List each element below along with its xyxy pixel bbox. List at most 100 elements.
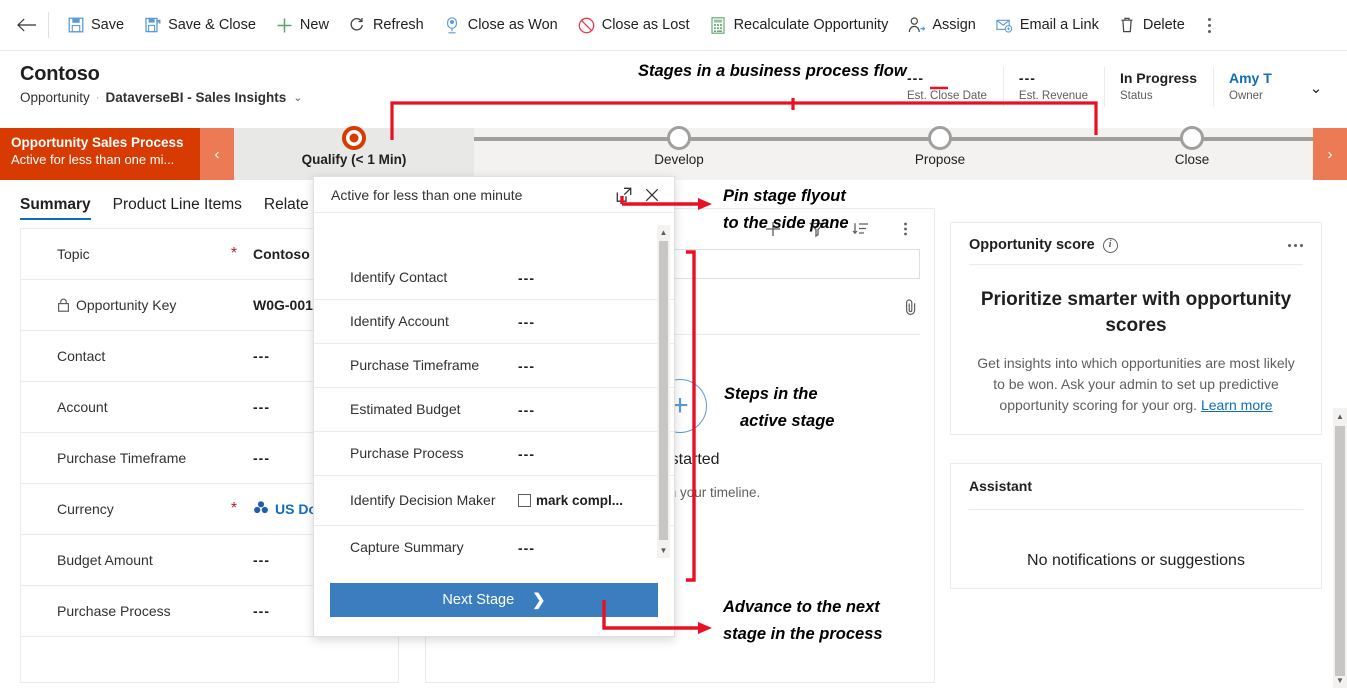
step-row-identify-contact[interactable]: Identify Contact ---: [314, 256, 674, 300]
breadcrumb-entity: Opportunity: [20, 90, 90, 105]
annotation-pin-line1: Pin stage flyout: [723, 187, 846, 205]
email-a-link-label: Email a Link: [1019, 17, 1099, 33]
card-title-wrap: Opportunity score i: [969, 237, 1118, 253]
recalculate-opportunity-label: Recalculate Opportunity: [733, 17, 889, 33]
field-value: ---: [253, 450, 270, 466]
field-label: Account: [57, 399, 108, 415]
save-and-close-label: Save & Close: [168, 17, 256, 33]
step-value: ---: [518, 269, 535, 286]
process-prev-button[interactable]: ‹: [200, 128, 234, 180]
field-value: ---: [253, 348, 270, 364]
assign-button[interactable]: Assign: [898, 6, 986, 44]
breadcrumb-app[interactable]: DataverseBI - Sales Insights: [105, 90, 286, 105]
step-name: Purchase Timeframe: [350, 357, 480, 373]
close-as-won-button[interactable]: Close as Won: [434, 6, 568, 44]
stage-flyout-scrollbar-thumb[interactable]: [659, 241, 668, 540]
process-name-block[interactable]: Opportunity Sales Process Active for les…: [0, 128, 200, 180]
step-row-identify-decision-maker[interactable]: Identify Decision Maker mark compl...: [314, 476, 674, 526]
timeline-sort-icon[interactable]: [850, 218, 872, 240]
tab-summary[interactable]: Summary: [20, 196, 91, 220]
step-row-capture-summary[interactable]: Capture Summary ---: [314, 526, 674, 566]
scroll-down-icon[interactable]: ▼: [1333, 672, 1347, 688]
dot: [1294, 243, 1297, 247]
process-name: Opportunity Sales Process: [11, 135, 184, 150]
opportunity-score-card: Opportunity score i Prioritize smarter w…: [950, 222, 1322, 435]
back-button[interactable]: [10, 8, 44, 42]
step-name: Identify Contact: [350, 269, 448, 285]
step-row-identify-account[interactable]: Identify Account ---: [314, 300, 674, 344]
chevron-right-icon: ❯: [532, 592, 546, 609]
scroll-down-icon[interactable]: ▼: [657, 543, 670, 558]
header-value: ---: [1018, 70, 1036, 86]
annotation-advance-line1: Advance to the next: [723, 598, 880, 616]
refresh-button[interactable]: Refresh: [339, 6, 434, 44]
header-label: Est. Close Date: [907, 90, 987, 102]
learn-more-link[interactable]: Learn more: [1201, 397, 1273, 413]
timeline-more-icon[interactable]: [894, 218, 916, 240]
process-stage-qualify[interactable]: Qualify (< 1 Min): [234, 126, 474, 180]
annotation-stages: Stages in a business process flow: [638, 62, 907, 80]
header-field-status: In Progress Status: [1103, 67, 1213, 107]
save-and-close-button[interactable]: Save & Close: [134, 6, 266, 44]
crm-opportunity-form: Save Save & Close New Refresh Close as W: [0, 0, 1347, 694]
step-row-purchase-timeframe[interactable]: Purchase Timeframe ---: [314, 344, 674, 388]
trophy-icon: [444, 16, 461, 34]
tab-product-line-items[interactable]: Product Line Items: [113, 196, 242, 220]
opportunity-score-header: Opportunity score i: [969, 237, 1303, 265]
close-icon[interactable]: [638, 181, 666, 209]
dot: [1300, 243, 1303, 247]
opportunity-score-more-icon[interactable]: [1288, 243, 1303, 247]
step-name: Identify Account: [350, 313, 449, 329]
page-scrollbar-thumb[interactable]: [1335, 426, 1345, 676]
assistant-card: Assistant No notifications or suggestion…: [950, 463, 1322, 589]
steps-top-spacer: [314, 214, 674, 256]
recalculate-opportunity-button[interactable]: Recalculate Opportunity: [700, 6, 899, 44]
header-expand-chevron-icon[interactable]: ⌄: [1299, 71, 1333, 105]
command-bar-overflow-button[interactable]: [1195, 6, 1225, 44]
step-name: Purchase Process: [350, 445, 464, 461]
step-value: ---: [518, 539, 535, 556]
new-label: New: [299, 17, 329, 33]
step-row-estimated-budget[interactable]: Estimated Budget ---: [314, 388, 674, 432]
scroll-up-icon[interactable]: ▲: [1333, 408, 1347, 424]
dot: [1208, 23, 1212, 27]
email-a-link-button[interactable]: Email a Link: [986, 6, 1109, 44]
step-value: ---: [518, 445, 535, 462]
annotation-pin-line2: to the side pane: [723, 214, 849, 232]
delete-button[interactable]: Delete: [1109, 6, 1195, 44]
info-icon[interactable]: i: [1102, 237, 1118, 253]
step-mark-complete-checkbox[interactable]: mark compl...: [518, 493, 623, 508]
step-value: ---: [518, 357, 535, 374]
field-label: Purchase Timeframe: [57, 450, 187, 466]
process-stage-close[interactable]: Close: [1072, 126, 1312, 180]
next-stage-button[interactable]: Next Stage ❯: [330, 583, 658, 617]
insights-column: Opportunity score i Prioritize smarter w…: [950, 222, 1322, 617]
save-button[interactable]: Save: [57, 6, 134, 44]
stage-flyout-scrollbar[interactable]: ▲ ▼: [657, 225, 670, 558]
field-label: Currency: [57, 501, 114, 517]
refresh-icon: [349, 17, 366, 34]
page-scrollbar[interactable]: ▲ ▼: [1333, 408, 1347, 688]
header-label: Status: [1119, 90, 1153, 102]
close-as-lost-button[interactable]: Close as Lost: [568, 6, 700, 44]
currency-lookup-icon: [253, 500, 269, 518]
process-stage-track: Qualify (< 1 Min) Develop Propose Close: [234, 126, 1313, 180]
new-button[interactable]: New: [266, 6, 339, 44]
pin-to-side-pane-icon[interactable]: [610, 181, 638, 209]
owner-link[interactable]: Amy T: [1229, 69, 1283, 87]
block-icon: [578, 17, 595, 34]
assign-label: Assign: [932, 17, 976, 33]
scroll-up-icon[interactable]: ▲: [657, 225, 670, 240]
process-stage-develop[interactable]: Develop: [559, 126, 799, 180]
tab-related[interactable]: Relate: [264, 196, 309, 220]
attachment-icon[interactable]: [902, 297, 920, 317]
checkbox-icon[interactable]: [518, 494, 531, 507]
stage-label: Close: [1174, 152, 1210, 167]
process-stage-propose[interactable]: Propose: [820, 126, 1060, 180]
required-marker: *: [230, 500, 238, 517]
header-label: Owner: [1229, 90, 1263, 102]
chevron-down-icon[interactable]: ⌄: [293, 91, 302, 104]
process-next-button[interactable]: ›: [1313, 128, 1347, 180]
step-row-purchase-process[interactable]: Purchase Process ---: [314, 432, 674, 476]
status-badge: In Progress: [1119, 70, 1197, 86]
